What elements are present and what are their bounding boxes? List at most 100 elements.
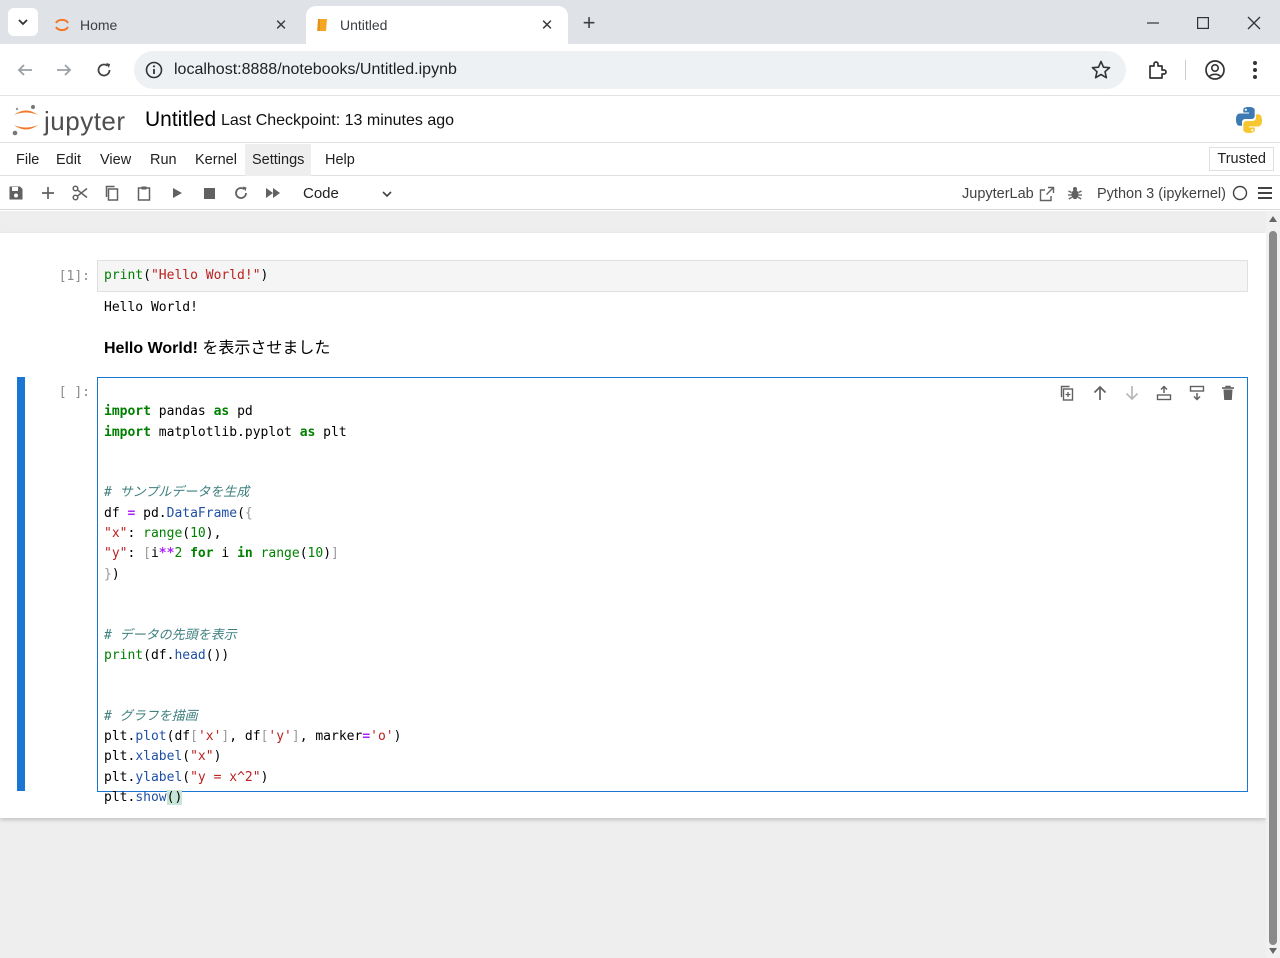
active-cell-indicator	[17, 377, 25, 791]
puzzle-icon	[1149, 61, 1167, 79]
trash-icon	[1222, 385, 1234, 400]
delete-cell-button[interactable]	[1217, 382, 1239, 404]
forward-button[interactable]	[50, 56, 78, 84]
jupyter-favicon-icon	[54, 17, 70, 33]
cell-type-dropdown[interactable]: Code	[294, 181, 398, 207]
back-button[interactable]	[11, 56, 39, 84]
duplicate-icon	[1060, 385, 1074, 401]
restart-kernel-button[interactable]	[229, 181, 253, 205]
menu-run[interactable]: Run	[143, 144, 184, 176]
code-line: "y": [i**2 for i in range(10)]	[104, 546, 339, 562]
extensions-button[interactable]	[1145, 58, 1169, 82]
bookmark-star-icon[interactable]	[1090, 59, 1112, 81]
tab-title: Untitled	[340, 17, 388, 33]
paste-button[interactable]	[132, 181, 156, 205]
arrow-up-icon	[1093, 385, 1107, 400]
new-tab-button[interactable]: +	[576, 10, 602, 36]
close-window-button[interactable]	[1232, 6, 1276, 40]
code-line: "x": range(10),	[104, 526, 222, 542]
code-cell-input[interactable]: print("Hello World!")	[97, 260, 1248, 292]
code-block: import pandas as pd import matplotlib.pyp…	[104, 382, 1241, 849]
minimize-button[interactable]	[1131, 6, 1175, 40]
open-in-jupyterlab-button[interactable]: JupyterLab	[962, 177, 1055, 210]
code-cell-editor[interactable]: import pandas as pd import matplotlib.pyp…	[97, 377, 1248, 805]
url-text: localhost:8888/notebooks/Untitled.ipynb	[174, 61, 457, 78]
save-button[interactable]	[4, 181, 28, 205]
run-button[interactable]	[165, 181, 189, 205]
menu-edit[interactable]: Edit	[49, 144, 88, 176]
markdown-cell[interactable]: Hello World! を表示させました	[104, 334, 330, 358]
circle-idle-icon	[1232, 185, 1248, 201]
restart-run-all-button[interactable]	[261, 181, 285, 205]
menu-settings[interactable]: Settings	[245, 144, 312, 176]
last-checkpoint: Last Checkpoint: 13 minutes ago	[221, 112, 455, 129]
jupyter-logo[interactable]: jupyter	[12, 103, 132, 137]
close-icon[interactable]: ✕	[270, 14, 292, 36]
bug-icon	[1068, 187, 1082, 200]
fast-forward-icon	[266, 188, 280, 198]
code-line: # サンプルデータを生成	[104, 485, 250, 501]
jupyterlab-label: JupyterLab	[962, 185, 1034, 202]
menu-kernel[interactable]: Kernel	[188, 144, 244, 176]
insert-cell-button[interactable]	[36, 181, 60, 205]
move-cell-down-button[interactable]	[1121, 382, 1143, 404]
toolbar-menu-button[interactable]	[1253, 181, 1277, 205]
close-icon[interactable]: ✕	[536, 14, 558, 36]
copy-icon	[105, 185, 119, 201]
code-line: # データの先頭を表示	[104, 627, 237, 643]
menu-view[interactable]: View	[93, 144, 138, 176]
chevron-down-icon	[382, 191, 392, 198]
insert-cell-below-button[interactable]	[1186, 382, 1208, 404]
reload-button[interactable]	[90, 56, 118, 84]
stop-icon	[203, 187, 215, 199]
menu-file[interactable]: File	[9, 144, 46, 176]
kernel-name[interactable]: Python 3 (ipykernel)	[1097, 177, 1226, 210]
code-line: # グラフを描画	[104, 708, 198, 724]
restart-icon	[235, 186, 247, 199]
close-icon	[1247, 16, 1261, 30]
duplicate-cell-button[interactable]	[1056, 382, 1078, 404]
notebook-favicon-icon	[314, 17, 330, 33]
code-line: print("Hello World!")	[104, 268, 269, 283]
hamburger-icon	[1258, 187, 1272, 199]
cell-prompt: [1]:	[58, 269, 90, 284]
arrow-right-icon	[57, 64, 72, 76]
interrupt-kernel-button[interactable]	[197, 181, 221, 205]
address-bar[interactable]: localhost:8888/notebooks/Untitled.ipynb	[134, 51, 1126, 89]
copy-button[interactable]	[100, 181, 124, 205]
scroll-up-arrow-icon[interactable]	[1269, 216, 1277, 222]
trusted-indicator[interactable]: Trusted	[1209, 147, 1274, 171]
menu-help[interactable]: Help	[318, 144, 362, 176]
insert-cell-above-button[interactable]	[1153, 382, 1175, 404]
browser-menu-button[interactable]	[1243, 58, 1267, 82]
scroll-down-arrow-icon[interactable]	[1269, 948, 1277, 954]
kernel-status-indicator	[1228, 181, 1252, 205]
jupyter-logo-icon	[12, 105, 38, 136]
scrollbar-thumb[interactable]	[1269, 231, 1277, 945]
chevron-down-icon	[18, 19, 28, 26]
maximize-button[interactable]	[1181, 6, 1225, 40]
notebook-title[interactable]: Untitled	[145, 108, 216, 132]
markdown-bold-text: Hello World!	[104, 340, 198, 357]
tab-search-button[interactable]	[8, 8, 38, 36]
code-line: df = pd.DataFrame({	[104, 505, 253, 521]
cut-button[interactable]	[68, 181, 92, 205]
notebook-toolbar: Code JupyterLab Python 3 (ipykernel)	[0, 177, 1280, 210]
profile-button[interactable]	[1203, 58, 1227, 82]
debugger-button[interactable]	[1063, 181, 1087, 205]
code-line: plt.ylabel("y = x^2")	[104, 769, 269, 785]
vertical-scrollbar[interactable]	[1266, 211, 1280, 958]
play-icon	[173, 188, 182, 198]
markdown-text: を表示させました	[197, 340, 331, 357]
browser-tab-home[interactable]: Home ✕	[46, 6, 302, 44]
insert-below-icon	[1189, 385, 1205, 401]
code-line: print(df.head())	[104, 647, 230, 663]
move-cell-up-button[interactable]	[1089, 382, 1111, 404]
browser-tab-untitled[interactable]: Untitled ✕	[306, 6, 568, 44]
code-line: plt.xlabel("x")	[104, 749, 222, 765]
site-info-icon[interactable]	[144, 60, 164, 80]
code-line: import matplotlib.pyplot as plt	[104, 424, 347, 440]
